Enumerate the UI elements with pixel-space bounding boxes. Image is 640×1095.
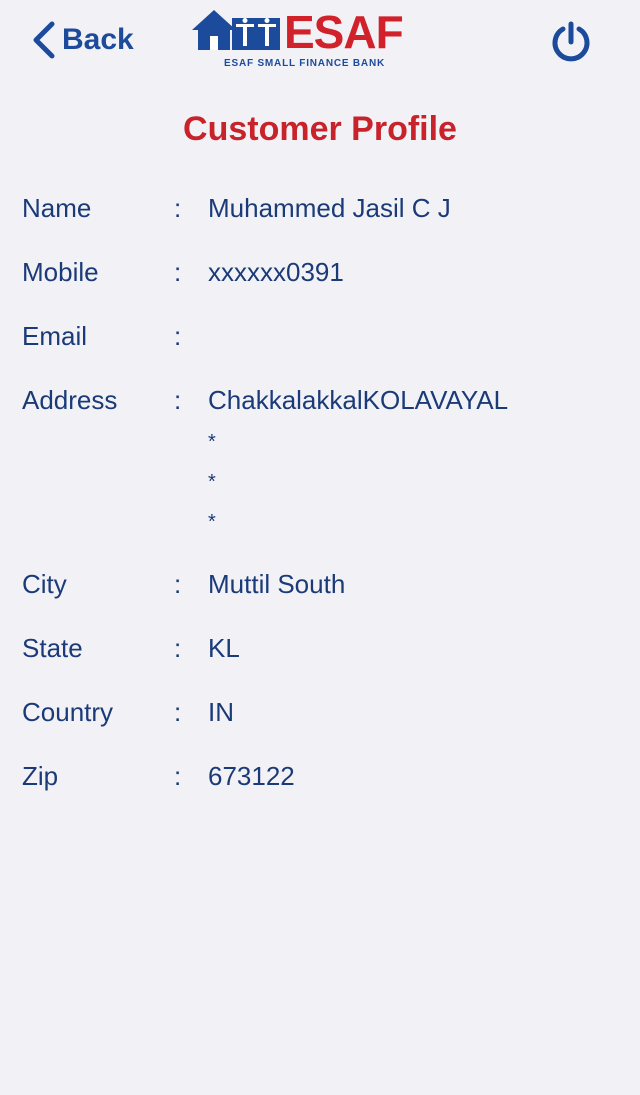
mobile-value: xxxxxx0391 xyxy=(208,257,344,287)
customer-profile-details: Name : Muhammed Jasil C J Mobile : xxxxx… xyxy=(22,186,622,818)
profile-row-email: Email : xyxy=(22,314,622,378)
address-line-1: ChakkalakkalKOLAVAYAL xyxy=(208,385,509,415)
house-logo-icon xyxy=(192,10,280,50)
chevron-left-icon xyxy=(33,21,55,59)
address-line-2: * xyxy=(208,431,216,453)
power-icon[interactable] xyxy=(549,20,593,64)
address-line-3: * xyxy=(208,471,216,493)
navigation-bar: Back ESAF ESAF SMALL FINANCE BANK xyxy=(0,0,640,90)
back-label: Back xyxy=(62,23,134,56)
separator: : xyxy=(174,193,182,223)
state-label: State xyxy=(22,633,83,663)
separator: : xyxy=(174,385,182,415)
state-value: KL xyxy=(208,633,240,663)
profile-row-city: City : Muttil South xyxy=(22,562,622,626)
back-button[interactable]: Back xyxy=(30,18,134,62)
address-value: ChakkalakkalKOLAVAYAL * * * xyxy=(208,378,622,562)
page-title: Customer Profile xyxy=(183,110,457,148)
separator: : xyxy=(174,633,182,663)
separator: : xyxy=(174,321,182,351)
profile-row-mobile: Mobile : xxxxxx0391 xyxy=(22,250,622,314)
country-label: Country xyxy=(22,697,114,727)
city-value: Muttil South xyxy=(208,569,346,599)
logo-tagline: ESAF SMALL FINANCE BANK xyxy=(224,58,385,69)
name-value: Muhammed Jasil C J xyxy=(208,193,451,223)
zip-value: 673122 xyxy=(208,761,295,791)
separator: : xyxy=(174,697,182,727)
city-label: City xyxy=(22,569,67,599)
address-label: Address xyxy=(22,385,118,415)
separator: : xyxy=(174,569,182,599)
separator: : xyxy=(174,257,182,287)
esaf-logo: ESAF ESAF SMALL FINANCE BANK xyxy=(192,8,420,72)
logo-wordmark: ESAF xyxy=(284,6,404,58)
country-value: IN xyxy=(208,697,234,727)
email-value xyxy=(208,314,622,378)
address-line-4: * xyxy=(208,511,216,533)
name-label: Name xyxy=(22,193,92,223)
zip-label: Zip xyxy=(22,761,59,791)
profile-row-name: Name : Muhammed Jasil C J xyxy=(22,186,622,250)
email-label: Email xyxy=(22,321,88,351)
profile-row-zip: Zip : 673122 xyxy=(22,754,622,818)
profile-row-state: State : KL xyxy=(22,626,622,690)
profile-row-address: Address : ChakkalakkalKOLAVAYAL * * * xyxy=(22,378,622,562)
profile-row-country: Country : IN xyxy=(22,690,622,754)
separator: : xyxy=(174,761,182,791)
mobile-label: Mobile xyxy=(22,257,99,287)
